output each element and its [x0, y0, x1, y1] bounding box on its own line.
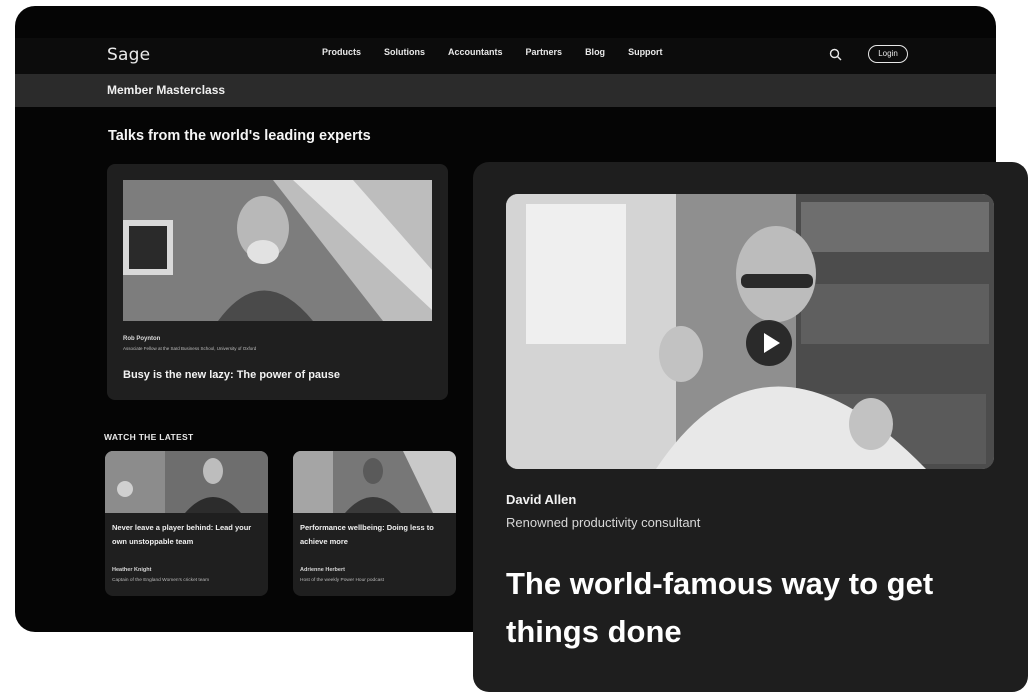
latest-talk-title[interactable]: Never leave a player behind: Lead your o…	[112, 521, 260, 548]
main-nav: Products Solutions Accountants Partners …	[322, 47, 686, 57]
featured-talk-card[interactable]: Rob Poynton Associate Fellow at the Saïd…	[107, 164, 448, 400]
nav-solutions[interactable]: Solutions	[384, 47, 425, 57]
video-player[interactable]	[506, 194, 994, 469]
latest-speaker-name: Heather Knight	[112, 567, 152, 573]
nav-support[interactable]: Support	[628, 47, 663, 57]
latest-talk-title[interactable]: Performance wellbeing: Doing less to ach…	[300, 521, 448, 548]
featured-video-card[interactable]: David Allen Renowned productivity consul…	[473, 162, 1028, 692]
play-button[interactable]	[746, 320, 792, 366]
watch-latest-label: WATCH THE LATEST	[104, 432, 194, 442]
featured-talk-thumbnail[interactable]	[123, 180, 432, 321]
featured-speaker-role: Associate Fellow at the Saïd Business Sc…	[123, 346, 257, 351]
speaker-photo	[293, 451, 456, 513]
nav-products[interactable]: Products	[322, 47, 361, 57]
featured-talk-title[interactable]: Busy is the new lazy: The power of pause	[123, 369, 340, 381]
speaker-photo	[105, 451, 268, 513]
latest-speaker-name: Adrienne Herbert	[300, 567, 345, 573]
front-speaker-name: David Allen	[506, 492, 577, 507]
latest-talk-thumbnail[interactable]	[293, 451, 456, 513]
latest-talk-thumbnail[interactable]	[105, 451, 268, 513]
sage-logo[interactable]: Sage	[107, 45, 150, 65]
speaker-photo	[123, 180, 432, 321]
front-talk-title[interactable]: The world-famous way to get things done	[506, 560, 1006, 656]
login-button[interactable]: Login	[868, 45, 908, 63]
latest-speaker-role: Captain of the England Women's cricket t…	[112, 578, 210, 583]
top-navigation-bar: Sage Products Solutions Accountants Part…	[15, 38, 996, 74]
featured-speaker-name: Rob Poynton	[123, 336, 161, 342]
latest-talk-card[interactable]: Performance wellbeing: Doing less to ach…	[293, 451, 456, 596]
play-icon	[764, 333, 780, 353]
latest-speaker-role: Host of the weekly Power Hour podcast	[300, 578, 384, 583]
nav-partners[interactable]: Partners	[526, 47, 563, 57]
subheader-bar: Member Masterclass	[15, 74, 996, 107]
nav-accountants[interactable]: Accountants	[448, 47, 503, 57]
nav-blog[interactable]: Blog	[585, 47, 605, 57]
subheader-title: Member Masterclass	[107, 83, 226, 97]
section-title: Talks from the world's leading experts	[108, 128, 371, 144]
latest-talk-card[interactable]: Never leave a player behind: Lead your o…	[105, 451, 268, 596]
search-icon[interactable]	[829, 48, 842, 61]
front-speaker-role: Renowned productivity consultant	[506, 515, 701, 530]
